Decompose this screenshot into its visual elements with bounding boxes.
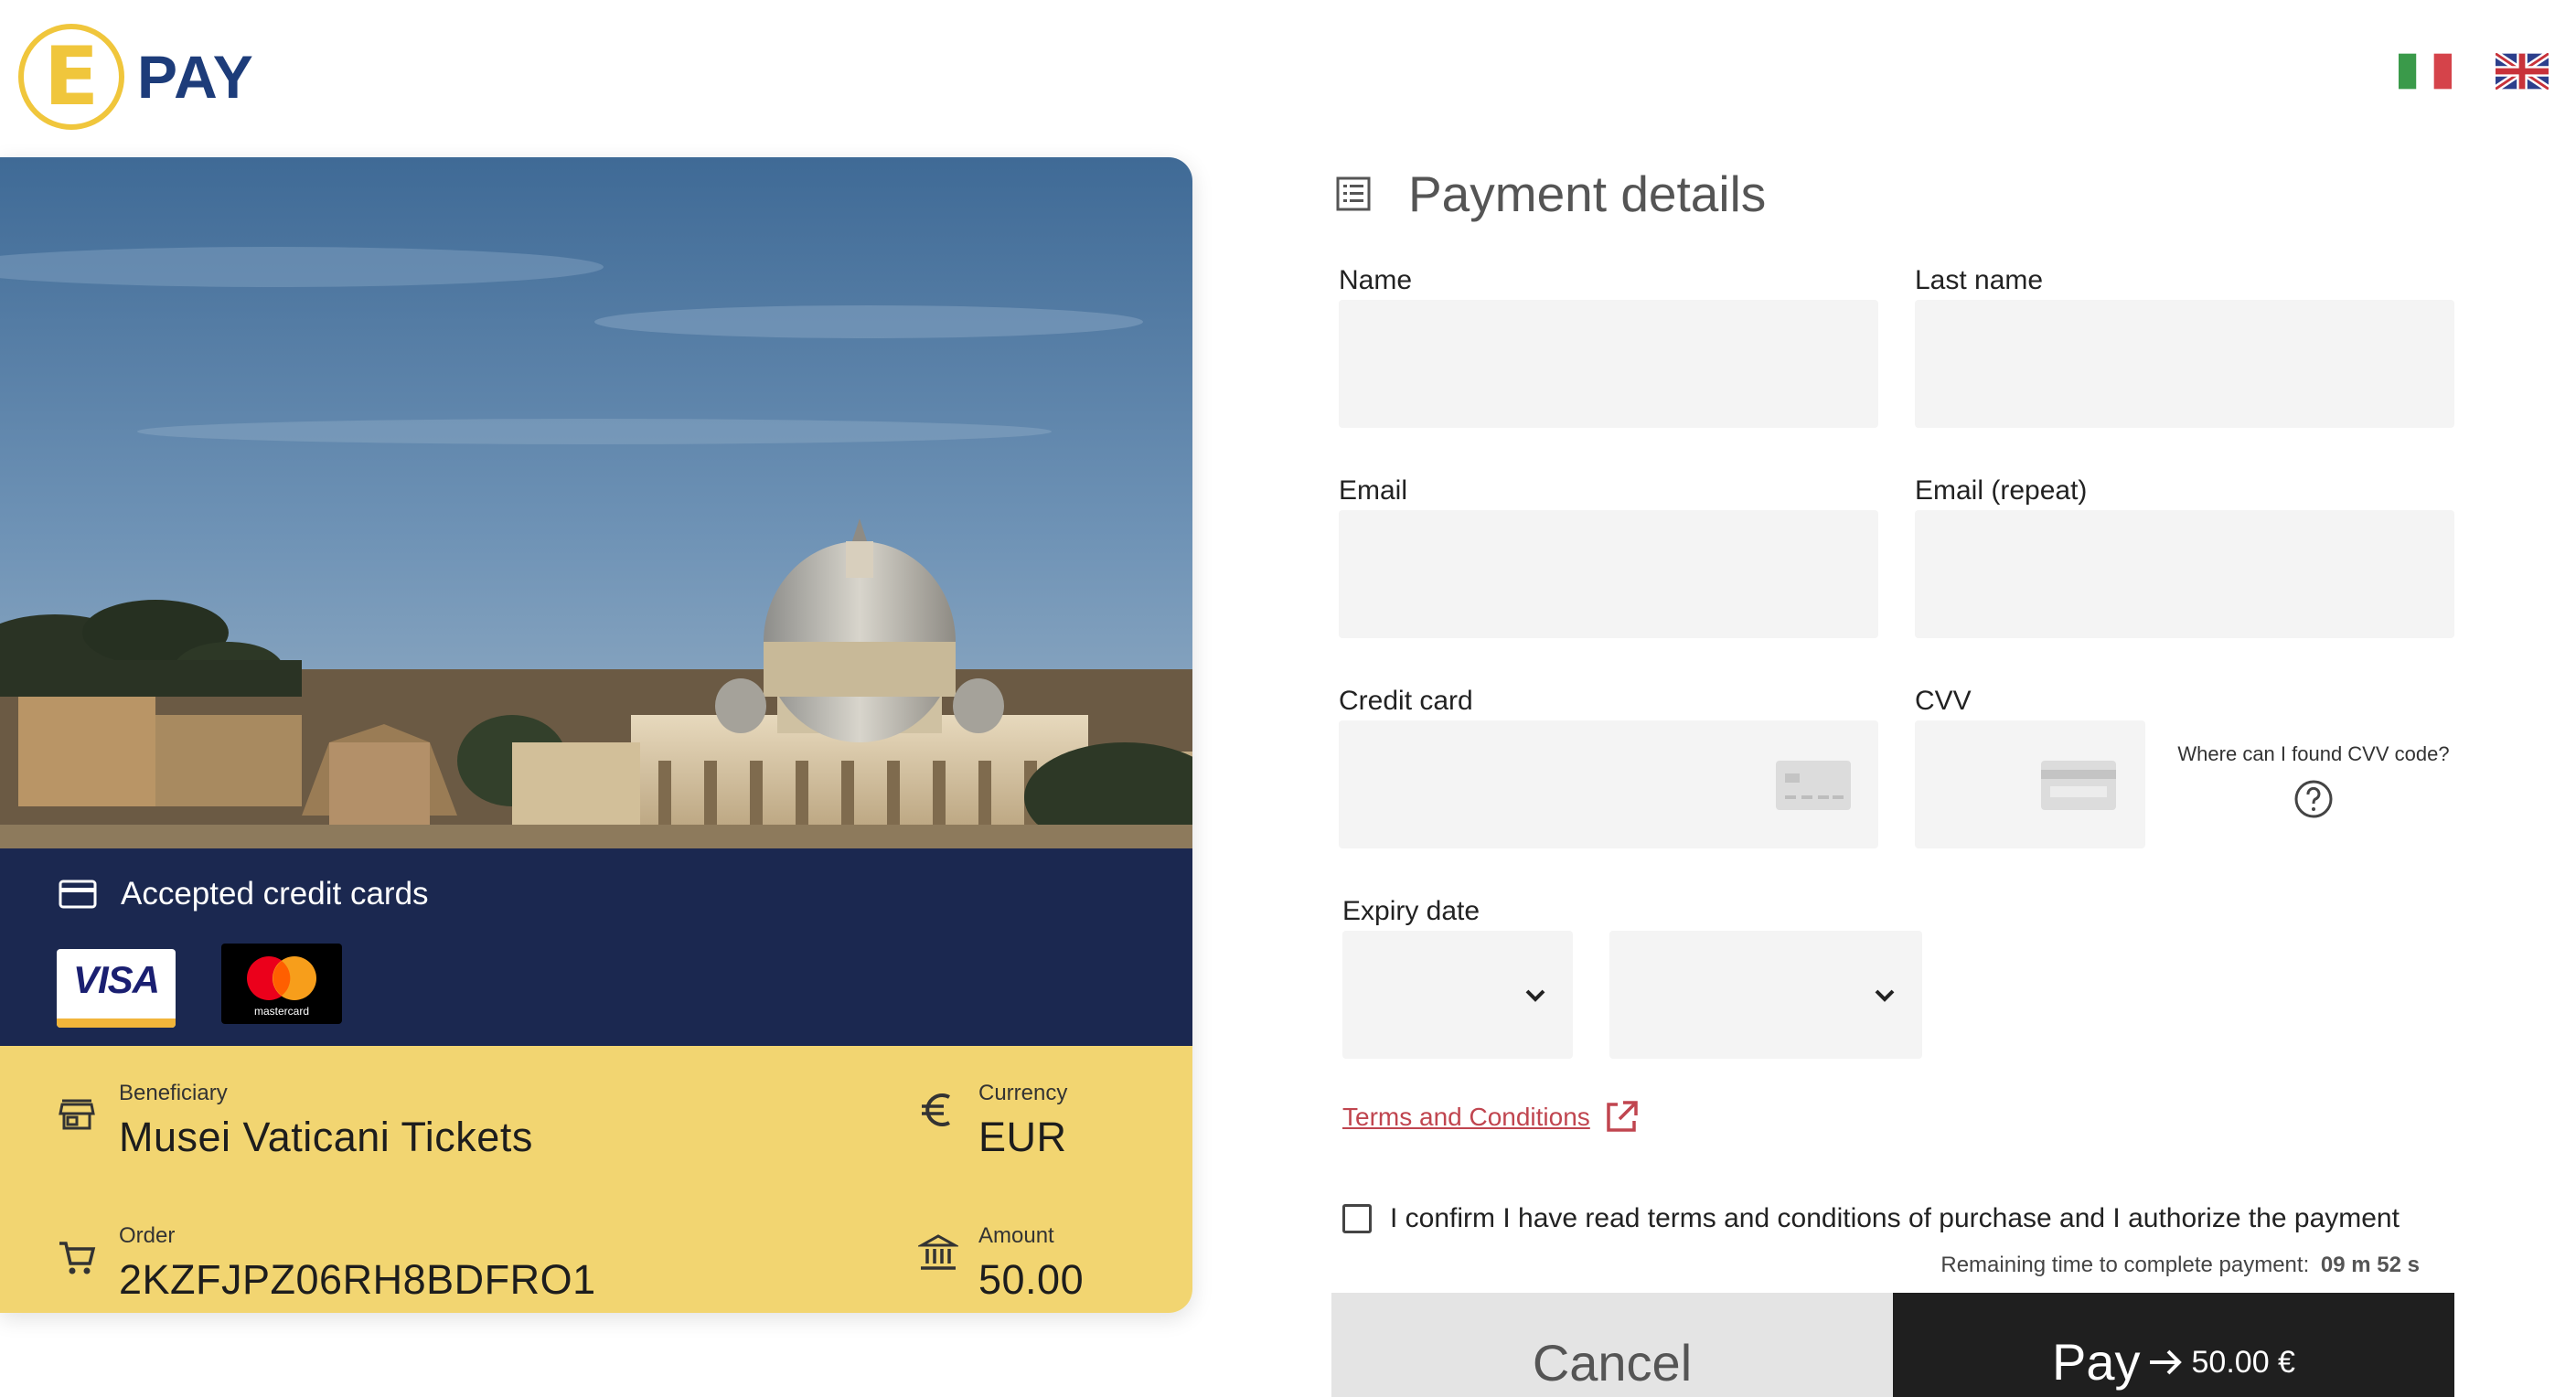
accepted-cards-label: Accepted credit cards [121,876,429,912]
email-label: Email [1339,475,1408,506]
logo-text: PAY [137,43,254,111]
pay-button-amount: 50.00 € [2191,1345,2295,1380]
external-link-icon[interactable] [1603,1099,1640,1136]
store-icon [59,1099,95,1130]
accepted-cards-panel: Accepted credit cards VISA mastercard [0,848,1192,1046]
order-value: 2KZFJPZ06RH8BDFRO1 [119,1256,596,1303]
visa-logo-bar [57,1018,176,1028]
cvv-label: CVV [1915,686,1972,716]
italian-flag-icon[interactable] [2399,53,2452,90]
credit-card-label: Credit card [1339,686,1473,716]
cart-icon [59,1242,96,1274]
order-label: Order [119,1223,176,1248]
payment-summary-card: Accepted credit cards VISA mastercard Be… [0,157,1192,1313]
expiry-year-select[interactable] [1609,931,1922,1059]
mastercard-logo-icon: mastercard [247,956,316,1018]
confirm-terms-row: I confirm I have read terms and conditio… [1342,1203,2400,1234]
arrow-right-icon [2149,1349,2182,1375]
currency-label: Currency [978,1081,1068,1105]
pay-button-label: Pay [2052,1333,2141,1391]
language-switcher [2399,53,2549,90]
chevron-down-icon [1875,989,1895,1002]
name-label: Name [1339,265,1413,295]
lastname-input[interactable] [1915,300,2454,428]
bank-icon [918,1234,958,1270]
visa-logo-text: VISA [72,958,160,1001]
euro-icon [922,1093,950,1126]
order-info-panel: Beneficiary Musei Vaticani Tickets Curre… [0,1046,1192,1313]
name-input[interactable] [1339,300,1878,428]
remaining-time-value: 09 m 52 s [2320,1253,2420,1277]
list-icon [1336,176,1371,211]
cvv-card-icon [2041,761,2116,810]
expiry-label: Expiry date [1342,896,1480,926]
accepted-cards-title: Accepted credit cards [59,876,429,912]
page-title: Payment details [1408,165,1767,222]
expiry-month-select[interactable] [1342,931,1573,1059]
cvv-help-text: Where can I found CVV code? [2177,742,2450,765]
help-icon[interactable] [2293,779,2334,819]
remaining-time: Remaining time to complete payment: 09 m… [1940,1253,2420,1278]
visa-logo: VISA [57,949,176,1028]
confirm-text: I confirm I have read terms and conditio… [1390,1203,2400,1233]
vatican-hero-image [0,157,1192,848]
mastercard-logo-text: mastercard [254,1005,309,1018]
beneficiary-label: Beneficiary [119,1081,228,1105]
amount-label: Amount [978,1223,1054,1248]
card-number-icon [1776,761,1851,810]
credit-card-icon [59,880,97,909]
lastname-label: Last name [1915,265,2044,295]
beneficiary-value: Musei Vaticani Tickets [119,1114,533,1160]
payment-details-header: Payment details [1335,165,1766,223]
cancel-button[interactable]: Cancel [1331,1293,1893,1397]
mastercard-logo: mastercard [221,944,342,1024]
email-input[interactable] [1339,510,1878,638]
email-repeat-label: Email (repeat) [1915,475,2088,506]
terms-link-text[interactable]: Terms and Conditions [1342,1103,1590,1132]
logo-letter: E [43,29,100,123]
logo-circle: E [18,24,124,130]
terms-link[interactable]: Terms and Conditions [1342,1099,1640,1136]
epay-logo: E PAY [18,22,254,132]
chevron-down-icon [1525,989,1545,1002]
amount-value: 50.00 [978,1256,1085,1303]
cvv-help: Where can I found CVV code? [2176,742,2451,819]
email-repeat-input[interactable] [1915,510,2454,638]
uk-flag-icon[interactable] [2496,53,2549,90]
confirm-checkbox[interactable] [1342,1204,1372,1233]
remaining-time-label: Remaining time to complete payment: [1940,1253,2310,1277]
currency-value: EUR [978,1114,1067,1160]
pay-button[interactable]: Pay 50.00 € [1893,1293,2454,1397]
cancel-button-label: Cancel [1532,1333,1693,1392]
